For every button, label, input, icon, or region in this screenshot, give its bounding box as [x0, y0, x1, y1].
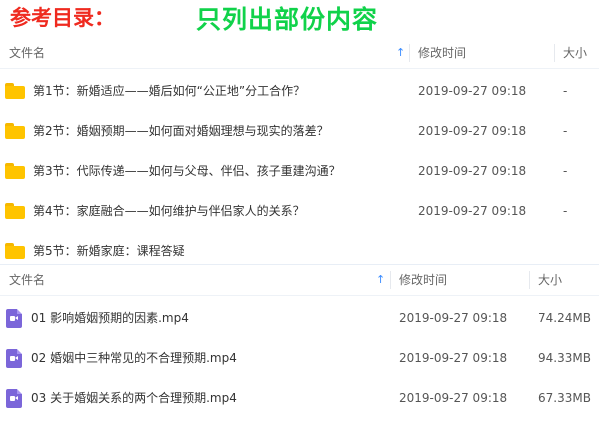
- file-list-pane: 文件名 ↑ 修改时间 大小 01 影响婚姻预期的因素.mp4 2019-09-2…: [0, 264, 599, 426]
- folder-icon: [5, 123, 25, 139]
- banner: 参考目录： 只列出部份内容: [0, 0, 599, 38]
- sort-ascending-icon[interactable]: ↑: [376, 265, 385, 295]
- file-name[interactable]: 第4节：家庭融合——如何维护与伴侣家人的关系？: [33, 191, 305, 231]
- file-size: -: [563, 124, 568, 138]
- folder-icon: [5, 83, 25, 99]
- video-file-icon: [6, 389, 22, 408]
- modified-time: 2019-09-27 09:18: [399, 351, 508, 365]
- modified-time: 2019-09-27 09:18: [418, 124, 527, 138]
- folder-list-pane: 文件名 ↑ 修改时间 大小 第1节：新婚适应——婚后如何“公正地”分工合作？ 2…: [0, 38, 599, 264]
- modified-time: 2019-09-27 09:18: [399, 311, 508, 325]
- column-header: 文件名 ↑ 修改时间 大小: [0, 38, 599, 69]
- column-divider[interactable]: [529, 271, 530, 289]
- folder-icon: [5, 203, 25, 219]
- column-header-modified[interactable]: 修改时间: [399, 265, 447, 295]
- file-name[interactable]: 01 影响婚姻预期的因素.mp4: [31, 298, 189, 338]
- column-header-modified[interactable]: 修改时间: [418, 38, 466, 68]
- folder-icon: [5, 163, 25, 179]
- column-divider[interactable]: [554, 44, 555, 62]
- file-name[interactable]: 03 关于婚姻关系的两个合理预期.mp4: [31, 378, 237, 418]
- column-header-name[interactable]: 文件名: [9, 265, 45, 295]
- file-name[interactable]: 第2节：婚姻预期——如何面对婚姻理想与现实的落差？: [33, 111, 329, 151]
- column-divider[interactable]: [409, 44, 410, 62]
- modified-time: 2019-09-27 09:18: [418, 84, 527, 98]
- file-size: -: [563, 164, 568, 178]
- folder-row[interactable]: 第2节：婚姻预期——如何面对婚姻理想与现实的落差？ 2019-09-27 09:…: [0, 111, 599, 151]
- column-divider[interactable]: [390, 271, 391, 289]
- column-header: 文件名 ↑ 修改时间 大小: [0, 265, 599, 296]
- file-name[interactable]: 第1节：新婚适应——婚后如何“公正地”分工合作？: [33, 71, 305, 111]
- file-name[interactable]: 第3节：代际传递——如何与父母、伴侣、孩子重建沟通？: [33, 151, 341, 191]
- file-size: -: [563, 204, 568, 218]
- banner-title-left: 参考目录：: [10, 5, 115, 30]
- video-file-icon: [6, 349, 22, 368]
- folder-row[interactable]: 第1节：新婚适应——婚后如何“公正地”分工合作？ 2019-09-27 09:1…: [0, 71, 599, 111]
- file-size: 74.24MB: [538, 311, 591, 325]
- video-file-icon: [6, 309, 22, 328]
- file-size: 94.33MB: [538, 351, 591, 365]
- folder-row[interactable]: 第3节：代际传递——如何与父母、伴侣、孩子重建沟通？ 2019-09-27 09…: [0, 151, 599, 191]
- file-row[interactable]: 02 婚姻中三种常见的不合理预期.mp4 2019-09-27 09:18 94…: [0, 338, 599, 378]
- column-header-name[interactable]: 文件名: [9, 38, 45, 68]
- file-row[interactable]: 03 关于婚姻关系的两个合理预期.mp4 2019-09-27 09:18 67…: [0, 378, 599, 418]
- file-size: -: [563, 84, 568, 98]
- column-header-size[interactable]: 大小: [538, 265, 562, 295]
- column-header-size[interactable]: 大小: [563, 38, 587, 68]
- folder-row[interactable]: 第4节：家庭融合——如何维护与伴侣家人的关系？ 2019-09-27 09:18…: [0, 191, 599, 231]
- file-size: 67.33MB: [538, 391, 591, 405]
- modified-time: 2019-09-27 09:18: [418, 164, 527, 178]
- sort-ascending-icon[interactable]: ↑: [396, 38, 405, 68]
- file-row[interactable]: 01 影响婚姻预期的因素.mp4 2019-09-27 09:18 74.24M…: [0, 298, 599, 338]
- modified-time: 2019-09-27 09:18: [418, 204, 527, 218]
- banner-title-right: 只列出部份内容: [196, 5, 379, 34]
- file-name[interactable]: 02 婚姻中三种常见的不合理预期.mp4: [31, 338, 237, 378]
- modified-time: 2019-09-27 09:18: [399, 391, 508, 405]
- folder-icon: [5, 243, 25, 259]
